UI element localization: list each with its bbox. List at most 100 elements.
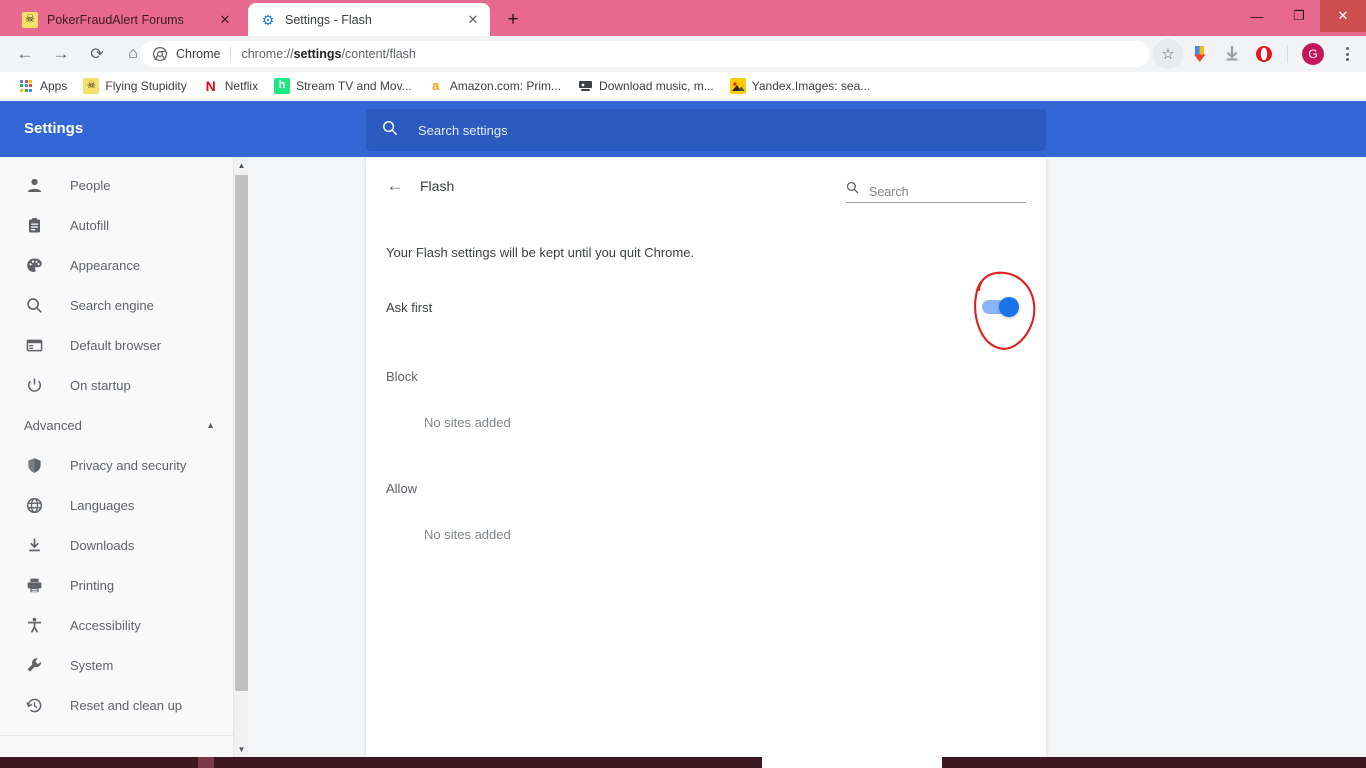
- block-section-title: Block: [386, 369, 418, 384]
- toolbar-divider: [1287, 45, 1288, 63]
- download-icon: [24, 535, 44, 555]
- ask-first-label: Ask first: [386, 299, 433, 315]
- history-restore-icon: [24, 695, 44, 715]
- sidebar-item-label: Printing: [70, 577, 115, 593]
- ask-first-row: Ask first: [386, 285, 1026, 329]
- sidebar-item-label: Reset and clean up: [70, 697, 183, 713]
- taskbar-tile[interactable]: [198, 757, 214, 768]
- toolbar-right-actions: ☆ G: [1151, 39, 1362, 69]
- tab-strip: ☠ PokerFraudAlert Forums ✕ ⚙ Settings - …: [0, 0, 1366, 36]
- browser-window-icon: [24, 335, 44, 355]
- sidebar-item-appearance[interactable]: Appearance: [0, 245, 233, 285]
- skull-icon: ☠: [22, 11, 38, 28]
- bookmark-label: Amazon.com: Prim...: [449, 78, 562, 93]
- bookmark-flying-stupidity[interactable]: ☠ Flying Stupidity: [75, 75, 194, 97]
- taskbar-tile[interactable]: [762, 757, 942, 768]
- scroll-down-icon[interactable]: ▼: [234, 741, 249, 757]
- amazon-icon: a: [432, 78, 440, 93]
- sidebar-scrollbar[interactable]: ▲ ▼: [233, 157, 248, 757]
- maximize-button[interactable]: ❐: [1278, 0, 1320, 32]
- power-icon: [24, 375, 44, 395]
- bookmark-star-icon[interactable]: ☆: [1153, 39, 1183, 69]
- bookmark-label: Netflix: [224, 78, 259, 93]
- back-button[interactable]: ←: [10, 39, 40, 69]
- sidebar-item-label: Downloads: [70, 537, 135, 553]
- tab-settings-flash[interactable]: ⚙ Settings - Flash ✕: [248, 3, 490, 36]
- bookmark-amazon[interactable]: a Amazon.com: Prim...: [420, 75, 569, 97]
- opera-extension-icon[interactable]: [1249, 39, 1279, 69]
- allow-section-title: Allow: [386, 481, 418, 496]
- url-text: chrome://settings/content/flash: [241, 47, 415, 61]
- sidebar-item-system[interactable]: System: [0, 645, 233, 685]
- bookmarks-bar: Apps ☠ Flying Stupidity N Netflix h Stre…: [0, 72, 1366, 100]
- card-header: ← Flash Search: [366, 157, 1046, 215]
- card-title: Flash: [420, 178, 455, 194]
- browser-toolbar: ← → ⟳ ⌂ Chrome chrome://settings/content…: [0, 36, 1366, 72]
- download-extension-icon[interactable]: [1185, 39, 1215, 69]
- search-settings-input[interactable]: Search settings: [366, 109, 1046, 151]
- sidebar-advanced-toggle[interactable]: Advanced ▲: [0, 405, 233, 445]
- search-settings-placeholder: Search settings: [418, 122, 508, 138]
- sidebar-item-accessibility[interactable]: Accessibility: [0, 605, 233, 645]
- bookmark-label: Yandex.Images: sea...: [751, 78, 871, 93]
- close-icon[interactable]: ✕: [216, 11, 234, 29]
- back-arrow-icon[interactable]: ←: [380, 171, 410, 201]
- forward-button[interactable]: →: [46, 39, 76, 69]
- bookmark-stream-tv[interactable]: h Stream TV and Mov...: [266, 75, 420, 97]
- ask-first-toggle[interactable]: [982, 297, 1019, 317]
- kebab-menu-icon[interactable]: [1332, 39, 1362, 69]
- sidebar-item-label: Appearance: [70, 257, 141, 273]
- url-bold-part: settings: [293, 47, 342, 61]
- bookmark-netflix[interactable]: N Netflix: [195, 75, 266, 97]
- sidebar-item-people[interactable]: People: [0, 165, 233, 205]
- downloads-icon[interactable]: [1217, 39, 1247, 69]
- tab-pokerfraudalert[interactable]: ☠ PokerFraudAlert Forums ✕: [10, 3, 242, 36]
- palette-icon: [24, 255, 44, 275]
- sidebar-item-languages[interactable]: Languages: [0, 485, 233, 525]
- sidebar-item-label: Languages: [70, 497, 135, 513]
- page-title: Settings: [24, 120, 84, 137]
- chevron-up-icon: ▲: [206, 420, 215, 430]
- yandex-images-icon: [729, 77, 746, 94]
- scroll-up-icon[interactable]: ▲: [234, 157, 249, 173]
- tab-title: PokerFraudAlert Forums: [47, 12, 184, 27]
- flash-note-text: Your Flash settings will be kept until y…: [386, 245, 695, 260]
- tab-title: Settings - Flash: [285, 12, 372, 27]
- sidebar-item-label: On startup: [70, 377, 131, 393]
- sidebar-divider: [0, 735, 233, 736]
- bookmark-apps[interactable]: Apps: [10, 75, 75, 97]
- bookmark-download-music[interactable]: Download music, m...: [569, 75, 722, 97]
- bookmark-label: Download music, m...: [599, 78, 714, 93]
- sidebar-item-label: System: [70, 657, 114, 673]
- sidebar-item-search-engine[interactable]: Search engine: [0, 285, 233, 325]
- reload-button[interactable]: ⟳: [82, 39, 112, 69]
- sidebar-item-privacy-and-security[interactable]: Privacy and security: [0, 445, 233, 485]
- avatar[interactable]: G: [1302, 43, 1324, 65]
- sidebar-item-autofill[interactable]: Autofill: [0, 205, 233, 245]
- hulu-icon: h: [274, 77, 291, 94]
- sidebar-item-printing[interactable]: Printing: [0, 565, 233, 605]
- skull-icon: ☠: [83, 77, 100, 94]
- sidebar-item-label: Privacy and security: [70, 457, 187, 473]
- address-bar[interactable]: Chrome chrome://settings/content/flash: [140, 41, 1150, 67]
- scrollbar-thumb[interactable]: [235, 175, 248, 691]
- search-icon: [846, 181, 859, 199]
- close-window-button[interactable]: ✕: [1320, 0, 1366, 32]
- bookmark-yandex-images[interactable]: Yandex.Images: sea...: [722, 75, 879, 97]
- wrench-icon: [24, 655, 44, 675]
- sidebar-item-label: Search engine: [70, 297, 154, 313]
- minimize-button[interactable]: —: [1236, 0, 1278, 32]
- new-tab-button[interactable]: +: [500, 7, 526, 33]
- sidebar-item-default-browser[interactable]: Default browser: [0, 325, 233, 365]
- close-icon[interactable]: ✕: [464, 11, 482, 29]
- sidebar-top-spacer: [0, 157, 233, 165]
- globe-icon: [24, 495, 44, 515]
- taskbar-tile[interactable]: [1080, 757, 1180, 768]
- chrome-icon: [152, 46, 168, 62]
- sidebar-item-on-startup[interactable]: On startup: [0, 365, 233, 405]
- clipboard-icon: [24, 215, 44, 235]
- accessibility-icon: [24, 615, 44, 635]
- sidebar-item-reset-and-clean-up[interactable]: Reset and clean up: [0, 685, 233, 725]
- sidebar-item-downloads[interactable]: Downloads: [0, 525, 233, 565]
- card-search-input[interactable]: Search: [846, 181, 1026, 203]
